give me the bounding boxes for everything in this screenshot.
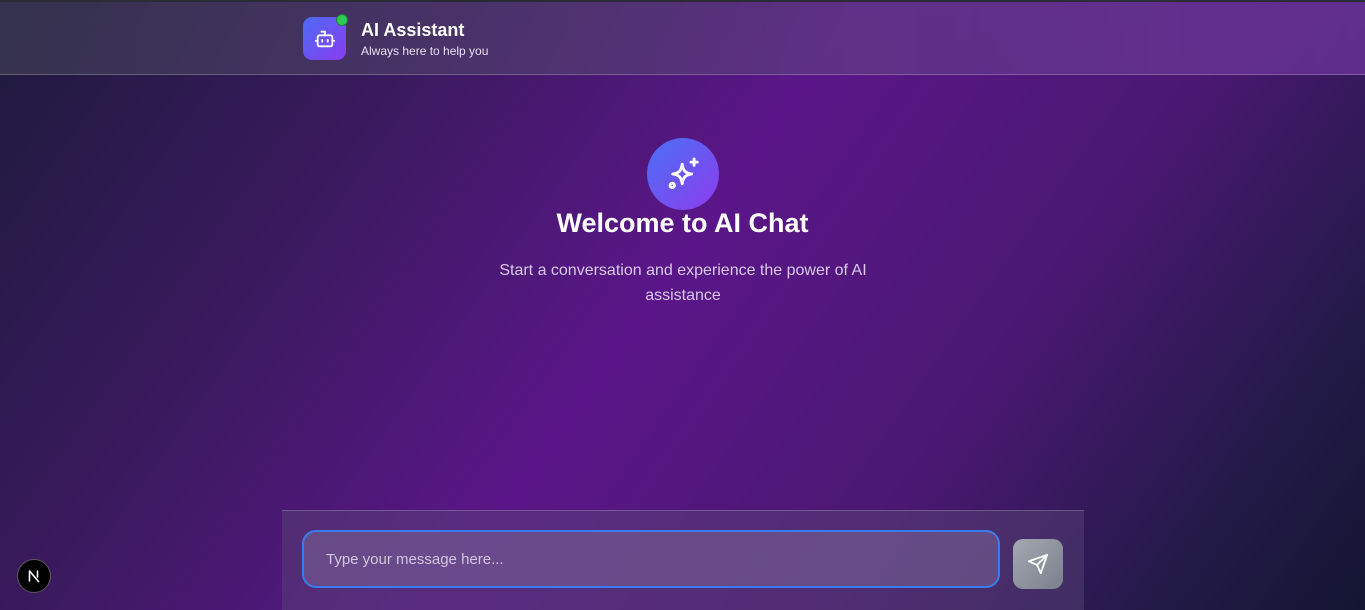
sparkles-icon	[664, 155, 702, 193]
robot-icon	[314, 28, 336, 50]
app-subtitle: Always here to help you	[361, 44, 489, 58]
welcome-title: Welcome to AI Chat	[556, 208, 809, 238]
nextjs-dev-badge[interactable]	[17, 559, 51, 593]
message-input[interactable]	[302, 530, 1000, 588]
message-composer	[282, 510, 1084, 610]
app-title: AI Assistant	[361, 20, 465, 40]
online-status-dot	[336, 14, 348, 26]
welcome-icon-circle	[647, 138, 719, 210]
chat-header: AI Assistant Always here to help you	[0, 2, 1365, 75]
send-button[interactable]	[1013, 539, 1063, 589]
welcome-subtitle: Start a conversation and experience the …	[499, 262, 867, 304]
send-icon	[1027, 553, 1049, 575]
nextjs-n-icon	[26, 568, 42, 584]
